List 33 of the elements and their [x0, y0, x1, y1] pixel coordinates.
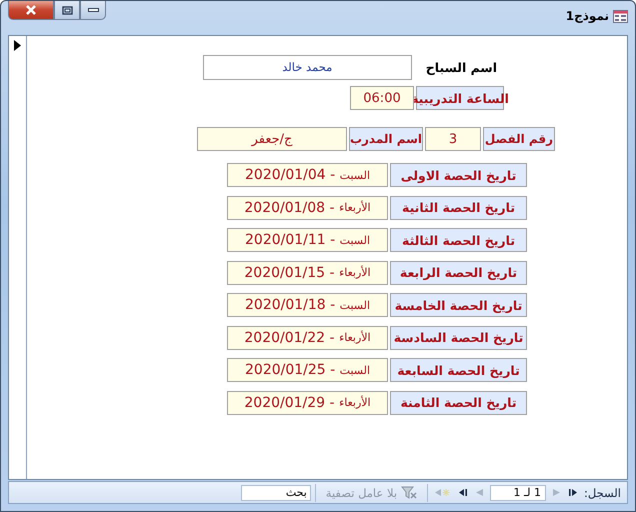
class-number-label: رقم الفصل [483, 127, 555, 151]
session-date-label: تاريخ الحصة الخامسة [390, 293, 527, 317]
previous-record-icon [552, 488, 562, 497]
filter-icon [401, 486, 418, 499]
session-date-label: تاريخ الحصة السادسة [390, 326, 527, 350]
session-date-label: تاريخ الحصة الثانية [390, 196, 527, 220]
next-record-icon [475, 488, 484, 497]
session-date-label: تاريخ الحصة الثامنة [390, 390, 527, 414]
window-title: نموذج1 [566, 9, 609, 23]
class-number-field[interactable]: 3 [425, 127, 481, 151]
search-field[interactable]: بحث [240, 484, 311, 500]
session-date-label: تاريخ الحصة الرابعة [390, 260, 527, 284]
new-record-icon [434, 488, 450, 497]
first-record-icon [569, 488, 578, 497]
swimmer-name-label: اسم السباح [426, 60, 497, 74]
record-position-field[interactable]: 1 لـ 1 [490, 484, 546, 500]
session-date-label: تاريخ الحصة الاولى [390, 163, 527, 187]
minimize-button[interactable] [80, 1, 106, 20]
training-time-field[interactable]: 06:00 [350, 86, 414, 110]
session-date-label: تاريخ الحصة السابعة [390, 358, 527, 382]
swimmer-name-field[interactable]: محمد خالد [202, 54, 412, 80]
coach-name-label: اسم المدرب [349, 127, 423, 151]
last-record-icon [458, 488, 468, 497]
form-icon [613, 10, 628, 22]
session-date-label: تاريخ الحصة الثالثة [390, 228, 527, 252]
record-selector-icon[interactable] [14, 40, 21, 51]
close-icon [25, 5, 37, 15]
minimize-icon [88, 8, 98, 12]
close-button[interactable] [8, 1, 54, 20]
coach-name-field[interactable]: ج/جعفر [197, 127, 347, 151]
record-label: السجل: [584, 486, 621, 500]
maximize-icon [62, 6, 72, 14]
maximize-button[interactable] [54, 1, 80, 20]
